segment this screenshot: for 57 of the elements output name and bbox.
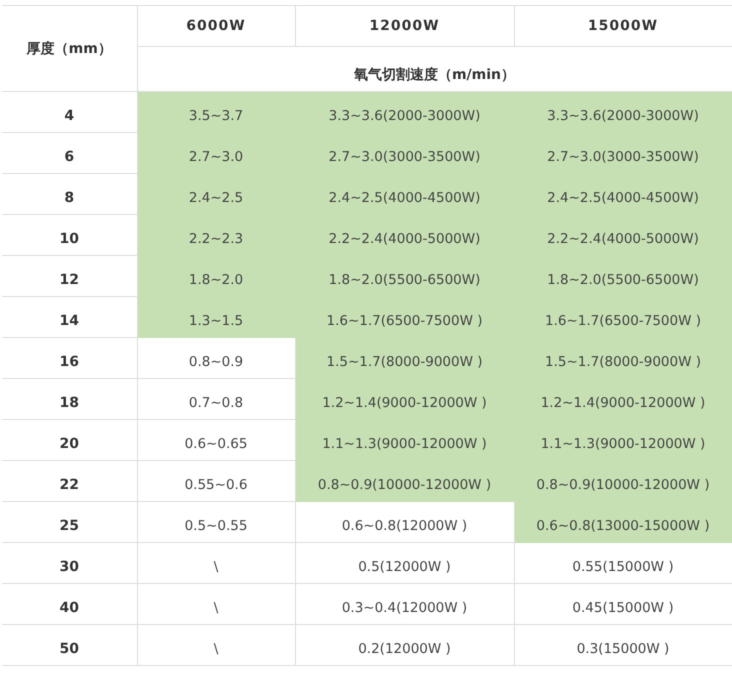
table-cell: 1.2~1.4(9000-12000W ) [514,378,732,420]
table-cell: 1.5~1.7(8000-9000W ) [295,338,514,378]
table-cell: 2.4~2.5 [137,174,295,214]
table-cell: 1.2~1.4(9000-12000W ) [295,378,514,420]
row-header: 4 [2,92,137,132]
table-cell: 1.6~1.7(6500-7500W ) [295,296,514,338]
table-cell: 2.7~3.0(3000-3500W) [295,132,514,174]
table-cell: 0.8~0.9 [137,338,295,378]
table-cell: 3.3~3.6(2000-3000W) [514,92,732,132]
table-cell: 2.4~2.5(4000-4500W) [295,174,514,214]
table-cell: 2.7~3.0 [137,132,295,174]
table-cell: 1.3~1.5 [137,296,295,338]
table-cell: 2.4~2.5(4000-4500W) [514,174,732,214]
table-cell: 2.7~3.0(3000-3500W) [514,132,732,174]
table-cell: 0.2(12000W ) [295,624,514,666]
table-cell: \ [137,584,295,624]
row-header: 30 [2,542,137,584]
table-cell: 2.2~2.3 [137,214,295,256]
table-cell: 2.2~2.4(4000-5000W) [514,214,732,256]
row-header: 14 [2,296,137,338]
table-cell: 0.8~0.9(10000-12000W ) [295,460,514,502]
table-cell: 0.3~0.4(12000W ) [295,584,514,624]
column-header: 6000W [137,6,295,46]
row-header: 18 [2,378,137,420]
row-header: 12 [2,256,137,296]
table-cell: \ [137,624,295,666]
column-header: 15000W [514,6,732,46]
table-cell: 0.5~0.55 [137,502,295,542]
table-cell: 0.5(12000W ) [295,542,514,584]
column-header: 12000W [295,6,514,46]
table-cell: 0.6~0.8(13000-15000W ) [514,502,732,542]
row-header: 10 [2,214,137,256]
table-cell: 3.3~3.6(2000-3000W) [295,92,514,132]
row-header: 8 [2,174,137,214]
table-cell: \ [137,542,295,584]
table-cell: 0.7~0.8 [137,378,295,420]
table-cell: 0.6~0.65 [137,420,295,460]
table-cell: 0.6~0.8(12000W ) [295,502,514,542]
table-cell: 0.55~0.6 [137,460,295,502]
row-header: 6 [2,132,137,174]
row-header: 20 [2,420,137,460]
row-header: 22 [2,460,137,502]
row-header: 25 [2,502,137,542]
table-cell: 2.2~2.4(4000-5000W) [295,214,514,256]
row-header: 40 [2,584,137,624]
table-cell: 1.1~1.3(9000-12000W ) [295,420,514,460]
table-cell: 3.5~3.7 [137,92,295,132]
row-header: 50 [2,624,137,666]
table-cell: 1.6~1.7(6500-7500W ) [514,296,732,338]
row-header: 16 [2,338,137,378]
table-cell: 1.8~2.0 [137,256,295,296]
table-cell: 1.5~1.7(8000-9000W ) [514,338,732,378]
table-cell: 1.8~2.0(5500-6500W) [514,256,732,296]
table-cell: 0.8~0.9(10000-12000W ) [514,460,732,502]
table-cell: 1.1~1.3(9000-12000W ) [514,420,732,460]
table-cell: 1.8~2.0(5500-6500W) [295,256,514,296]
column-header: 厚度（mm） [2,6,137,92]
